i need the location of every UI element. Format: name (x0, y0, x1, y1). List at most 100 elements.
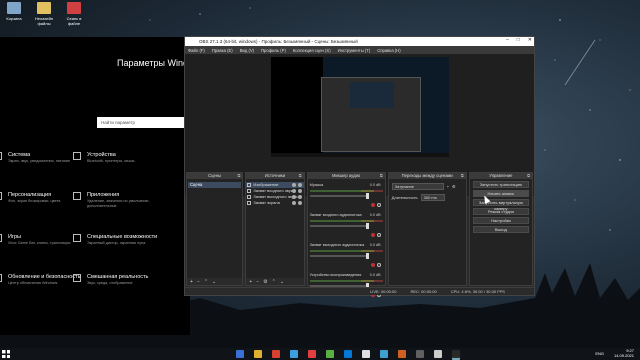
gear-icon[interactable] (376, 203, 381, 207)
speaker-icon[interactable] (370, 233, 375, 237)
taskbar-app-icon[interactable] (254, 350, 262, 358)
taskbar-clock[interactable]: 9:27 14.09.2021 (613, 348, 634, 358)
desktop-icon-folder[interactable]: Неоахейн файлы (32, 2, 56, 26)
obs-titlebar: OBS 27.1.3 (64-bit, windows) - Профиль: … (185, 37, 534, 46)
windows-taskbar: ENG 9:27 14.09.2021 (0, 348, 640, 360)
lock-icon (297, 183, 302, 187)
taskbar-app-icon[interactable] (398, 350, 406, 358)
brush-icon (0, 192, 2, 200)
controls-dock-title: Управление ⧉ (469, 173, 532, 179)
add-icon[interactable]: + (447, 184, 449, 189)
taskbar-app-icon[interactable] (434, 350, 442, 358)
taskbar-app-icon[interactable] (236, 350, 244, 358)
taskbar-app-icon[interactable] (290, 350, 298, 358)
preview-obs-thumbnail (321, 77, 421, 152)
clock-date: 14.09.2021 (613, 352, 634, 358)
desktop-icon-file[interactable]: Сеанс в файле (62, 2, 86, 26)
volume-meter (309, 190, 383, 192)
apps-icon (73, 192, 81, 200)
up-icon[interactable]: ⌃ (204, 279, 208, 285)
scene-transitions-dock: Переходы между сценами ⧉ Затухание + ⚙ Дли… (387, 172, 467, 286)
image-icon (247, 183, 252, 187)
taskbar-app-icon[interactable] (326, 350, 334, 358)
mixed-reality-icon (73, 274, 81, 282)
scenes-dock: Сцены ⧉ Сцена + − ⌃ ⌄ (186, 172, 244, 286)
maximize-icon[interactable]: □ (517, 37, 520, 43)
add-icon[interactable]: + (249, 279, 252, 285)
start-streaming-button[interactable]: Запустить трансляцию (472, 181, 529, 188)
scenes-dock-title: Сцены ⧉ (187, 173, 243, 179)
obs-preview-canvas[interactable] (271, 57, 449, 157)
scene-list-item[interactable]: Сцена (188, 182, 242, 188)
preview-settings-thumbnail (271, 57, 323, 157)
add-icon[interactable]: + (190, 279, 193, 285)
speaker-icon[interactable] (370, 263, 375, 267)
source-item-display-capture[interactable]: Захват экрана (246, 200, 303, 206)
close-icon[interactable]: ✕ (528, 37, 532, 43)
gear-icon[interactable] (376, 263, 381, 267)
sources-dock: Источники ⧉ Изображение Захват входного з… (245, 172, 305, 286)
start-virtual-camera-button[interactable]: Запустить виртуальную камеру (472, 199, 529, 211)
gear-icon[interactable]: ⚙ (263, 279, 267, 285)
up-icon[interactable]: ⌃ (272, 279, 276, 285)
settings-button[interactable]: Настройки (472, 217, 529, 224)
menu-edit[interactable]: Правка (E) (212, 48, 233, 53)
duration-input[interactable]: 300 ms (420, 194, 445, 201)
menu-scene-collection[interactable]: Коллекция сцен (S) (293, 48, 331, 53)
remove-icon[interactable]: − (256, 279, 259, 285)
volume-meter (309, 280, 383, 282)
volume-slider[interactable] (309, 193, 369, 199)
volume-slider[interactable] (309, 223, 369, 229)
menu-view[interactable]: Вид (V) (240, 48, 254, 53)
taskbar-app-icon[interactable] (380, 350, 388, 358)
preview-taskbar-thumbnail (271, 153, 449, 157)
taskbar-app-icon[interactable] (362, 350, 370, 358)
file-icon (67, 2, 81, 14)
exit-button[interactable]: Выход (472, 226, 529, 233)
accessibility-icon (73, 234, 81, 242)
eye-icon (291, 189, 296, 193)
settings-search-input[interactable]: Найти параметр (97, 117, 189, 128)
studio-mode-button[interactable]: Режим студии (472, 208, 529, 215)
lock-icon (297, 195, 302, 199)
lock-icon (297, 189, 302, 193)
menu-tools[interactable]: Инструменты (T) (338, 48, 371, 53)
down-icon[interactable]: ⌄ (212, 279, 216, 285)
minimize-icon[interactable]: – (506, 37, 509, 43)
taskbar-app-icon[interactable] (416, 350, 424, 358)
taskbar-app-icon[interactable] (308, 350, 316, 358)
start-button-icon[interactable] (2, 350, 10, 358)
down-icon[interactable]: ⌄ (280, 279, 284, 285)
menu-file[interactable]: Файл (F) (188, 48, 205, 53)
desktop-icons: Корзина Неоахейн файлы Сеанс в файле (2, 2, 86, 26)
obs-statusbar: LIVE: 00:00:00 REC: 00:00:00 CPU: 4.6%, … (185, 287, 534, 295)
dock-float-icon: ⧉ (237, 173, 241, 178)
desktop-icon-recycle-bin[interactable]: Корзина (2, 2, 26, 26)
obs-title-text: OBS 27.1.3 (64-bit, windows) - Профиль: … (199, 39, 358, 44)
audio-mixer-title: Микшер аудио ⧉ (307, 173, 385, 179)
scenes-dock-toolbar: + − ⌃ ⌄ (187, 278, 243, 285)
taskbar-app-icon[interactable] (452, 350, 460, 358)
menu-profile[interactable]: Профиль (P) (261, 48, 286, 53)
speaker-icon[interactable] (370, 203, 375, 207)
language-indicator[interactable]: ENG (595, 351, 604, 356)
sources-dock-toolbar: + − ⚙ ⌃ ⌄ (246, 278, 304, 285)
eye-icon (291, 183, 296, 187)
transition-type-select[interactable]: Затухание (391, 183, 444, 190)
remove-icon[interactable]: − (197, 279, 200, 285)
dock-float-icon: ⧉ (527, 173, 530, 178)
taskbar-app-icon[interactable] (272, 350, 280, 358)
taskbar-app-icons (236, 350, 460, 358)
window-controls: – □ ✕ (506, 37, 532, 43)
mixer-channel: Устройство воспроизведения 0.0 dB (309, 273, 383, 299)
menu-help[interactable]: Справка (H) (377, 48, 400, 53)
taskbar-app-icon[interactable] (344, 350, 352, 358)
laptop-icon (0, 152, 2, 160)
desktop-icon-label: Корзина (6, 16, 22, 21)
speaker-icon (247, 195, 252, 199)
microphone-icon (247, 189, 252, 193)
dock-float-icon: ⧉ (460, 173, 464, 178)
gear-icon[interactable]: ⚙ (452, 184, 456, 189)
volume-slider[interactable] (309, 253, 369, 259)
gear-icon[interactable] (376, 233, 381, 237)
